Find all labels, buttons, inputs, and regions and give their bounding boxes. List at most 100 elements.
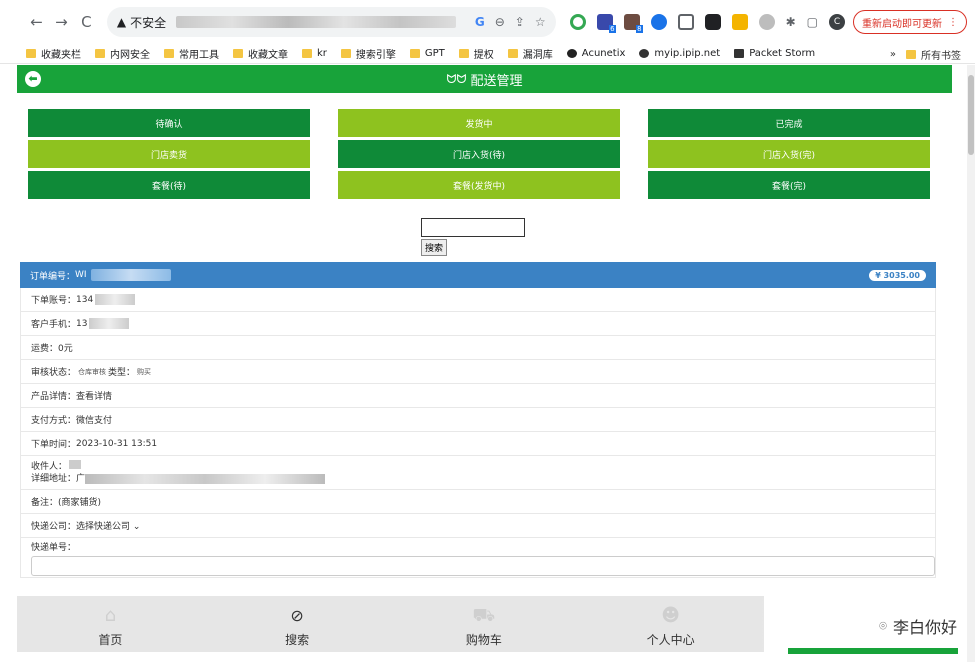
- extension-ring-icon[interactable]: [569, 14, 586, 30]
- folder-icon: [95, 49, 105, 58]
- field-label: 审核状态：: [31, 368, 77, 378]
- folder-icon: [26, 49, 36, 58]
- filter-button-completed[interactable]: 已完成: [648, 109, 930, 137]
- filter-button-package-pending[interactable]: 套餐(待): [28, 171, 310, 199]
- user-icon: ☻: [661, 605, 680, 626]
- bookmark-item[interactable]: 内网安全: [95, 46, 150, 61]
- update-label: 重新启动即可更新: [861, 18, 942, 30]
- watermark-text: 李白你好: [892, 618, 957, 637]
- tab-profile[interactable]: ☻ 个人中心: [577, 596, 764, 652]
- folder-icon: [458, 49, 469, 58]
- address-bar[interactable]: ▲ 不安全 G ⊖ ⇪ ☆: [106, 7, 556, 37]
- glasses-icon[interactable]: [704, 14, 721, 30]
- courier-select[interactable]: 选择快递公司 ⌄: [76, 519, 140, 532]
- bookmark-item[interactable]: 漏洞库: [507, 46, 553, 61]
- tab-label: 首页: [98, 633, 123, 647]
- bookmarks-right: » 所有书签: [890, 44, 961, 64]
- google-icon[interactable]: G: [475, 15, 485, 29]
- bookmark-item[interactable]: Acunetix: [566, 48, 625, 59]
- tab-label: 搜索: [285, 633, 310, 647]
- filter-button-store-sales[interactable]: 门店卖货: [28, 140, 310, 168]
- order-row-account: 下单账号： 134: [20, 288, 936, 312]
- url-text-redacted: [176, 16, 457, 28]
- browser-toolbar: ← → C ▲ 不安全 G ⊖ ⇪ ☆ 6 8 ✱ ▢ C 重新启动即可更新 ⋮: [0, 0, 975, 44]
- order-number-value: WI: [75, 270, 87, 280]
- puzzle-ext-icon[interactable]: [758, 14, 775, 30]
- search-input[interactable]: [421, 218, 525, 237]
- submit-bar-edge[interactable]: [788, 648, 958, 654]
- packet-storm-icon: [734, 49, 745, 58]
- field-value: (商家铺货): [58, 498, 102, 508]
- filter-button-package-shipping[interactable]: 套餐(发货中): [338, 171, 620, 199]
- field-label: 详细地址：: [31, 474, 77, 484]
- bottom-tab-bar: ⌂ 首页 ⊘ 搜索 ⛟ 购物车 ☻ 个人中心: [17, 596, 764, 652]
- bookmark-item[interactable]: 常用工具: [164, 46, 219, 61]
- redacted-text: [89, 318, 130, 329]
- order-row-courier: 快递公司： 选择快递公司 ⌄: [20, 514, 936, 538]
- filter-button-pending-confirm[interactable]: 待确认: [28, 109, 310, 137]
- logo-icon: ᗢᗢ: [446, 71, 467, 86]
- tracking-number-input[interactable]: [31, 555, 935, 576]
- extensions-puzzle-icon[interactable]: ✱: [786, 15, 796, 29]
- bookmark-star-icon[interactable]: ☆: [535, 15, 546, 29]
- bookmarks-more-button[interactable]: »: [890, 49, 896, 60]
- recipient-line: 收件人：: [31, 460, 82, 473]
- filter-button-package-done[interactable]: 套餐(完): [648, 171, 930, 199]
- bookmark-item[interactable]: 收藏文章: [233, 46, 288, 61]
- filter-button-shipping[interactable]: 发货中: [338, 109, 620, 137]
- update-button[interactable]: 重新启动即可更新 ⋮: [852, 10, 967, 34]
- order-row-shipping-fee: 运费： 0元: [20, 336, 936, 360]
- order-number-label: 订单编号：: [30, 271, 76, 282]
- courier-select-value: 选择快递公司: [76, 522, 131, 532]
- forward-arrow-icon[interactable]: →: [51, 13, 72, 31]
- bookmark-item[interactable]: Packet Storm: [734, 48, 815, 59]
- field-label: 收件人：: [31, 462, 68, 472]
- bookmark-item[interactable]: 收藏夹栏: [26, 46, 81, 61]
- field-value: 2023-10-31 13:51: [76, 438, 158, 449]
- cloud-icon[interactable]: [650, 14, 667, 30]
- reload-icon[interactable]: C: [76, 13, 97, 31]
- bookmark-item[interactable]: 提权: [458, 46, 494, 61]
- cart-icon: ⛟: [472, 605, 496, 626]
- field-label: 运费：: [31, 344, 59, 354]
- bookmark-item[interactable]: kr: [302, 48, 327, 59]
- product-details-link[interactable]: 查看详情: [76, 389, 112, 402]
- filter-button-store-stock-pending[interactable]: 门店入货(待): [338, 140, 620, 168]
- extension-cube-icon[interactable]: 6: [596, 14, 616, 33]
- page-scrollbar[interactable]: [967, 65, 975, 662]
- field-value: 购买: [137, 367, 152, 376]
- security-label[interactable]: 不安全: [130, 14, 166, 31]
- order-row-time: 下单时间： 2023-10-31 13:51: [20, 432, 936, 456]
- zoom-icon[interactable]: ⊖: [495, 15, 505, 29]
- side-panel-icon[interactable]: ▢: [807, 15, 818, 29]
- tab-cart[interactable]: ⛟ 购物车: [391, 596, 578, 652]
- scrollbar-thumb[interactable]: [968, 75, 974, 155]
- profile-avatar[interactable]: C: [828, 14, 845, 30]
- back-arrow-icon[interactable]: ←: [26, 13, 47, 31]
- back-circle-icon[interactable]: ⬅: [25, 71, 41, 87]
- bookmark-item[interactable]: GPT: [409, 48, 445, 59]
- all-bookmarks-button[interactable]: 所有书签: [906, 47, 961, 62]
- tab-home[interactable]: ⌂ 首页: [17, 596, 204, 652]
- bookmarks-bar: 收藏夹栏 内网安全 常用工具 收藏文章 kr 搜索引擎 GPT 提权 漏洞库 A…: [0, 44, 975, 64]
- field-value: 广: [76, 474, 86, 484]
- order-row-product: 产品详情： 查看详情: [20, 384, 936, 408]
- home-icon: ⌂: [104, 605, 117, 626]
- tab-search[interactable]: ⊘ 搜索: [204, 596, 391, 652]
- bookmark-item[interactable]: myip.ipip.net: [639, 48, 720, 59]
- document-icon[interactable]: [677, 14, 694, 30]
- field-label: 快递公司：: [31, 522, 77, 532]
- acunetix-icon: [566, 49, 577, 58]
- page-header: ⬅ ᗢᗢ 配送管理: [17, 65, 952, 93]
- bookmark-item[interactable]: 搜索引擎: [340, 46, 396, 61]
- field-value: 微信支付: [76, 416, 113, 426]
- redacted-text: [90, 269, 171, 281]
- order-row-tracking: 快递单号：: [20, 538, 936, 578]
- filter-button-store-stock-done[interactable]: 门店入货(完): [648, 140, 930, 168]
- search-button[interactable]: 搜索: [421, 239, 448, 256]
- folder-icon: [507, 49, 518, 58]
- share-icon[interactable]: ⇪: [515, 15, 525, 29]
- status-filter-grid: 待确认 发货中 已完成 门店卖货 门店入货(待) 门店入货(完) 套餐(待) 套…: [17, 93, 952, 199]
- folder-ext-icon[interactable]: [731, 14, 748, 30]
- extension-tag-icon[interactable]: 8: [623, 14, 643, 33]
